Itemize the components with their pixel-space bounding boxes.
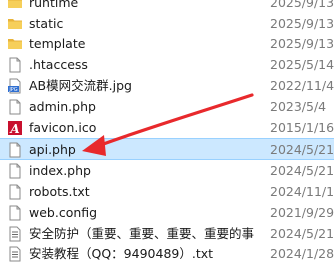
text-file-icon: [7, 246, 23, 262]
file-icon: [7, 99, 23, 115]
file-date: 2025/5/14: [270, 57, 334, 72]
file-row-runtime[interactable]: runtime 2025/9/13: [0, 0, 334, 14]
file-name: web.config: [29, 206, 98, 220]
svg-text:JPG: JPG: [8, 87, 17, 93]
file-row-robots[interactable]: robots.txt 2024/11/18: [0, 181, 334, 203]
file-row-api-php[interactable]: api.php 2024/5/21: [0, 138, 334, 160]
file-name: .htaccess: [29, 58, 88, 72]
file-date: 2025/9/13: [270, 16, 334, 31]
jpg-image-icon: JPG: [7, 78, 23, 94]
file-name: static: [29, 17, 64, 31]
file-name: AB模网交流群.jpg: [29, 79, 132, 93]
folder-icon: [7, 0, 23, 11]
file-name: index.php: [29, 164, 91, 178]
file-date: 2024/5/21: [270, 163, 334, 178]
file-date: 2022/11/4: [270, 78, 334, 93]
folder-icon: [7, 36, 23, 52]
folder-icon: [7, 16, 23, 32]
file-icon: [7, 163, 23, 179]
file-name: api.php: [29, 143, 76, 157]
file-row-htaccess[interactable]: .htaccess 2025/5/14: [0, 54, 334, 76]
file-name: template: [29, 37, 86, 51]
file-row-template[interactable]: template 2025/9/13: [0, 33, 334, 55]
svg-text:A: A: [9, 122, 19, 136]
file-date: 2024/11/18: [270, 184, 334, 199]
file-date: 2024/5/21: [270, 142, 334, 157]
file-name: admin.php: [29, 100, 96, 114]
file-row-index-php[interactable]: index.php 2024/5/21: [0, 160, 334, 182]
file-list: runtime 2025/9/13 static 2025/9/13 templ…: [0, 0, 334, 265]
file-name: robots.txt: [29, 185, 90, 199]
file-date: 2021/9/29: [270, 205, 334, 220]
favicon-icon: A: [7, 120, 23, 136]
file-row-security-notice[interactable]: 安全防护（重要、重要、重要、重要的事... 2024/5/21: [0, 223, 334, 245]
file-date: 2025/9/13: [270, 36, 334, 51]
file-row-web-config[interactable]: web.config 2021/9/29: [0, 202, 334, 224]
file-icon: [7, 205, 23, 221]
file-date: 2024/5/21: [270, 226, 334, 241]
file-name: 安全防护（重要、重要、重要、重要的事...: [29, 227, 254, 241]
file-name: runtime: [29, 0, 79, 10]
file-row-admin-php[interactable]: admin.php 2023/5/4: [0, 96, 334, 118]
file-icon: [7, 142, 23, 158]
file-row-install-guide[interactable]: 安装教程（QQ：9490489）.txt 2024/1/28: [0, 243, 334, 265]
file-date: 2023/5/4: [270, 99, 327, 114]
file-name: 安装教程（QQ：9490489）.txt: [29, 247, 214, 261]
file-row-static[interactable]: static 2025/9/13: [0, 13, 334, 35]
file-row-favicon[interactable]: A favicon.ico 2015/1/16: [0, 117, 334, 139]
file-date: 2025/9/13: [270, 0, 334, 10]
text-file-icon: [7, 226, 23, 242]
file-icon: [7, 57, 23, 73]
file-name: favicon.ico: [29, 121, 97, 135]
file-row-jpg[interactable]: JPG AB模网交流群.jpg 2022/11/4: [0, 75, 334, 97]
file-date: 2024/1/28: [270, 246, 334, 261]
file-icon: [7, 184, 23, 200]
file-date: 2015/1/16: [270, 120, 334, 135]
